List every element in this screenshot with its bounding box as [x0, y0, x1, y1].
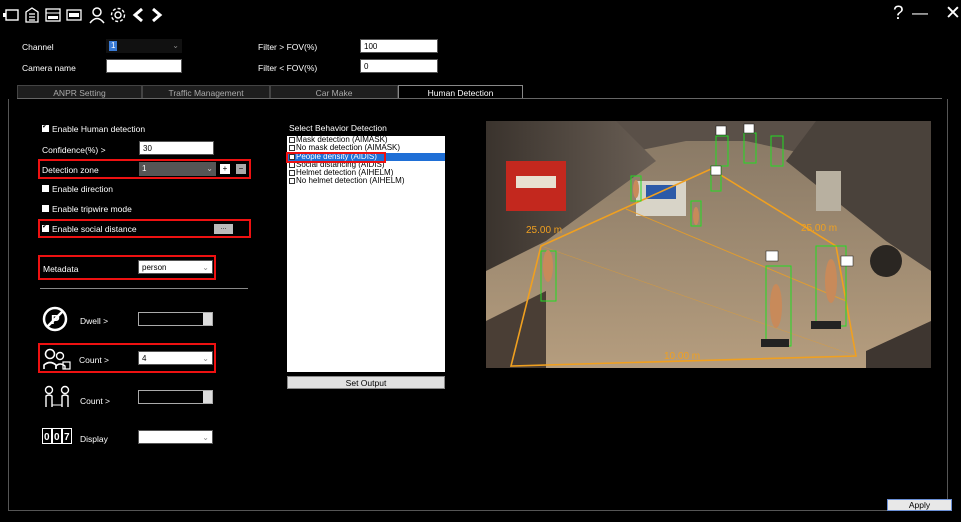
minimize-button[interactable]: —: [912, 3, 928, 25]
count-select[interactable]: 4 ⌄: [138, 351, 213, 365]
confidence-label: Confidence(%) >: [42, 145, 106, 155]
enable-tripwire-label: Enable tripwire mode: [52, 204, 132, 214]
count-label: Count >: [79, 355, 110, 365]
count-2-select[interactable]: [138, 390, 213, 404]
monitor-icon[interactable]: [2, 6, 20, 24]
vehicle-plate-icon[interactable]: [65, 6, 83, 24]
list-item[interactable]: No helmet detection (AIHELM): [287, 177, 445, 185]
tab-human-detection[interactable]: Human Detection: [398, 85, 523, 99]
checkbox[interactable]: [289, 145, 295, 152]
chevron-left-icon[interactable]: [130, 6, 148, 24]
svg-text:0: 0: [54, 432, 60, 443]
tab-anpr-setting[interactable]: ANPR Setting: [17, 85, 142, 99]
filter-lt-label: Filter < FOV(%): [258, 63, 318, 73]
svg-text:0: 0: [44, 432, 50, 443]
chevron-right-icon[interactable]: [147, 6, 165, 24]
add-zone-button[interactable]: +: [220, 164, 230, 174]
no-parking-icon: P: [42, 306, 68, 332]
behavior-list[interactable]: Mask detection (AIMASK) No mask detectio…: [287, 135, 445, 372]
filter-lt-input[interactable]: 0: [360, 59, 438, 73]
dwell-label: Dwell >: [80, 316, 109, 326]
dropdown-arrow-icon: [203, 313, 212, 325]
chevron-down-icon: ⌄: [202, 433, 209, 442]
metadata-value: person: [142, 263, 167, 272]
checkbox[interactable]: [289, 178, 295, 185]
display-select[interactable]: ⌄: [138, 430, 213, 444]
channel-label: Channel: [22, 42, 54, 52]
camera-preview[interactable]: 25.00 m 25.00 m 10.00 m: [486, 121, 931, 368]
metadata-select[interactable]: person ⌄: [138, 260, 213, 274]
detection-zone-select[interactable]: 1 ⌄: [139, 162, 216, 176]
camera-scene: 25.00 m 25.00 m 10.00 m: [486, 121, 931, 368]
set-output-button[interactable]: Set Output: [287, 376, 445, 389]
toolbar: ? — ✕: [0, 0, 961, 32]
chevron-down-icon: ⌄: [202, 263, 209, 272]
enable-human-label: Enable Human detection: [52, 124, 146, 134]
anpr-icon[interactable]: [44, 6, 62, 24]
confidence-input[interactable]: 30: [139, 141, 214, 155]
measure-right: 25.00 m: [801, 223, 837, 234]
checkbox[interactable]: [289, 170, 295, 177]
camera-name-input[interactable]: [106, 59, 182, 73]
enable-direction-checkbox[interactable]: [42, 185, 49, 192]
people-density-highlight: [286, 152, 386, 163]
camera-name-label: Camera name: [22, 63, 76, 73]
dwell-select[interactable]: [138, 312, 213, 326]
measure-bottom: 10.00 m: [664, 351, 700, 362]
svg-text:7: 7: [64, 432, 70, 443]
close-button[interactable]: ✕: [945, 3, 961, 25]
enable-human-checkbox[interactable]: [42, 122, 49, 132]
tab-car-make[interactable]: Car Make: [270, 85, 398, 99]
counter-display-icon: 007: [42, 428, 72, 444]
display-label: Display: [80, 434, 108, 444]
count-value: 4: [142, 354, 147, 363]
detection-zone-value: 1: [142, 164, 147, 173]
remove-zone-button[interactable]: −: [236, 164, 246, 174]
gear-icon[interactable]: [109, 6, 127, 24]
channel-select[interactable]: 1 ⌄: [106, 39, 182, 53]
channel-value: 1: [109, 41, 118, 51]
tab-traffic-management[interactable]: Traffic Management: [142, 85, 270, 99]
count-2-label: Count >: [80, 396, 111, 406]
dropdown-arrow-icon: [203, 391, 212, 403]
person-icon[interactable]: [88, 6, 106, 24]
chevron-down-icon: ⌄: [172, 41, 179, 50]
filter-gt-input[interactable]: 100: [360, 39, 438, 53]
checkbox[interactable]: [289, 137, 295, 143]
group-people-icon: [43, 348, 71, 370]
help-button[interactable]: ?: [893, 3, 904, 25]
section-divider: [40, 288, 248, 289]
apply-button[interactable]: Apply: [887, 499, 952, 511]
enable-tripwire-checkbox[interactable]: [42, 205, 49, 212]
detection-zone-label: Detection zone: [42, 165, 99, 175]
social-distance-people-icon: [43, 385, 73, 411]
enable-direction-label: Enable direction: [52, 184, 113, 194]
building-icon[interactable]: [23, 6, 41, 24]
measure-left: 25.00 m: [526, 225, 562, 236]
metadata-label: Metadata: [43, 264, 79, 274]
filter-gt-label: Filter > FOV(%): [258, 42, 318, 52]
behavior-title: Select Behavior Detection: [289, 123, 387, 133]
enable-social-checkbox[interactable]: [42, 222, 49, 232]
social-settings-button[interactable]: ...: [214, 224, 233, 234]
chevron-down-icon: ⌄: [202, 354, 209, 363]
enable-social-label: Enable social distance: [52, 224, 137, 234]
chevron-down-icon: ⌄: [206, 164, 213, 173]
